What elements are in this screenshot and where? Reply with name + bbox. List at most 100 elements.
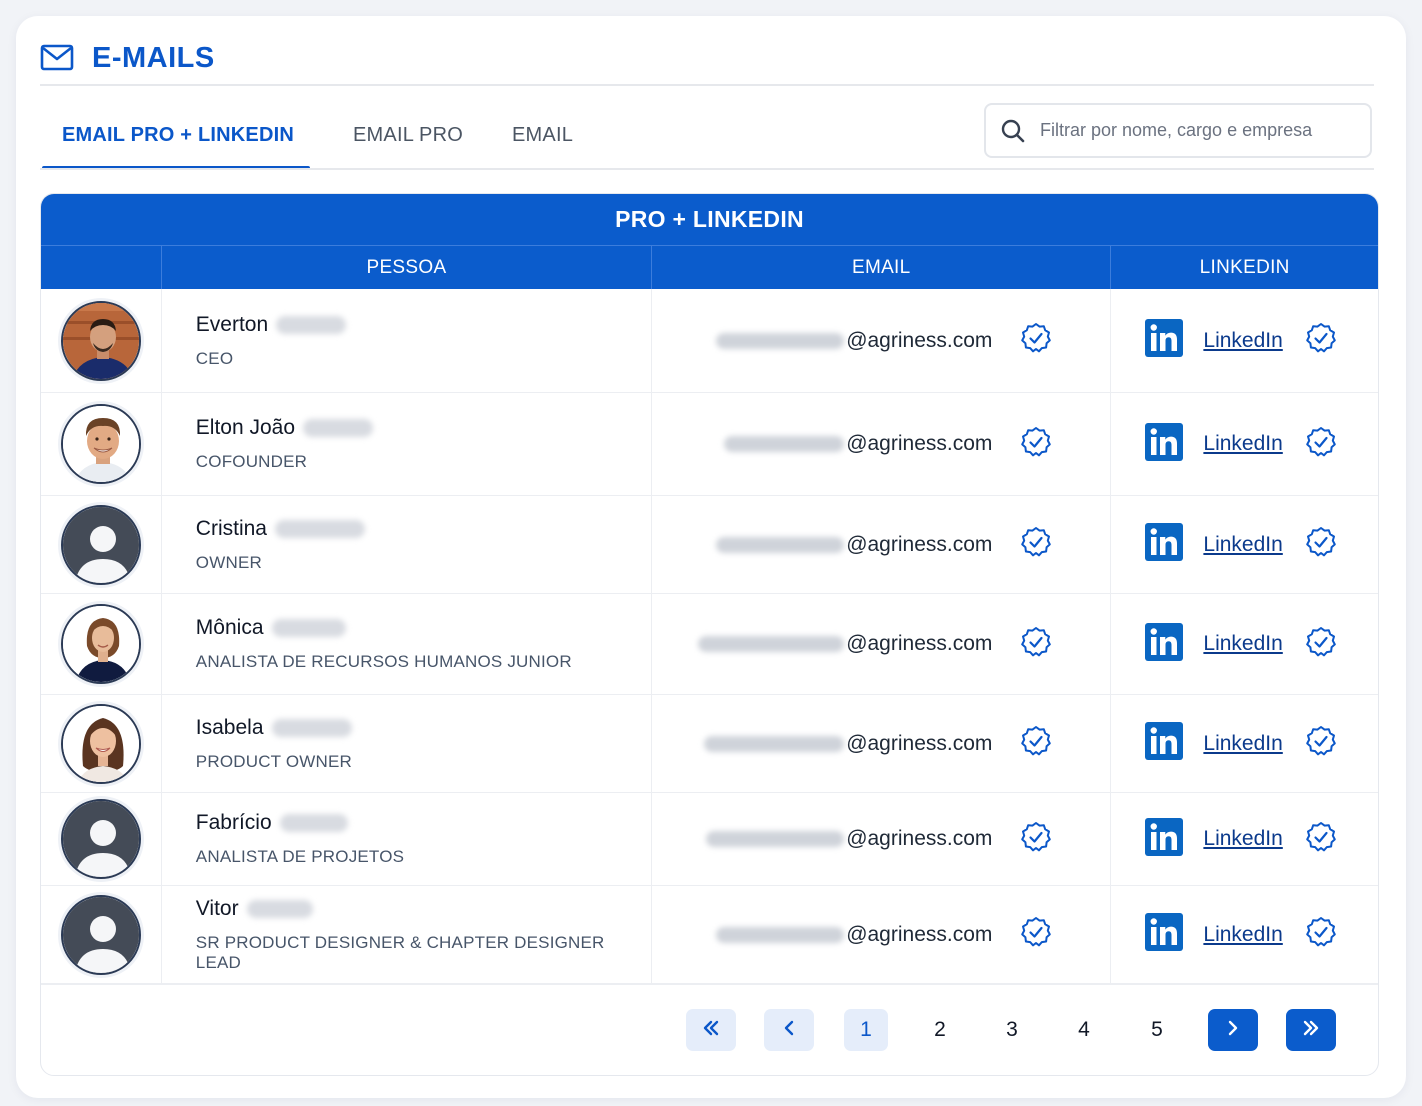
linkedin-link[interactable]: LinkedIn [1203,432,1282,456]
linkedin-logo-icon [1145,817,1184,861]
redacted-email-user [706,831,845,847]
person-role: SR PRODUCT DESIGNER & CHAPTER DESIGNER L… [195,932,605,972]
page-4-button[interactable]: 4 [1062,1009,1106,1051]
redacted-email-user [716,926,845,943]
avatar [60,894,141,975]
pagination: 1 2 3 4 5 [41,984,1378,1075]
header-divider [40,84,1374,86]
verified-check-icon [1020,526,1052,563]
chevron-right-icon [1223,1018,1243,1043]
table-row: Vitor SR PRODUCT DESIGNER & CHAPTER DESI… [41,886,1378,984]
person-role: PRODUCT OWNER [195,751,353,771]
page-2-button[interactable]: 2 [918,1009,962,1051]
linkedin-link[interactable]: LinkedIn [1203,732,1282,756]
avatar [60,799,141,879]
redacted-surname [271,619,346,637]
avatar [60,300,141,381]
verified-check-icon [1020,725,1052,762]
person-role: OWNER [195,552,262,572]
person-name: Vitor [195,896,239,920]
linkedin-logo-icon [1145,622,1184,666]
email-domain[interactable]: @agriness.com [846,432,992,456]
tab-email-pro[interactable]: EMAIL PRO [310,102,470,168]
linkedin-logo-icon [1145,722,1184,765]
redacted-surname [303,419,374,437]
double-chevron-left-icon [701,1018,721,1043]
tab-bar: EMAIL PRO + LINKEDIN EMAIL PRO EMAIL [42,102,610,170]
tabs-divider [40,168,1374,170]
emails-card: E-MAILS EMAIL PRO + LINKEDIN EMAIL PRO E… [16,16,1406,1098]
person-name: Mônica [195,616,264,639]
redacted-surname [274,519,365,538]
column-header-pessoa: PESSOA [160,246,651,289]
linkedin-link[interactable]: LinkedIn [1203,632,1282,656]
page-5-button[interactable]: 5 [1135,1009,1179,1051]
email-domain[interactable]: @agriness.com [846,923,992,947]
search-box[interactable] [984,103,1372,158]
linkedin-logo-icon [1145,422,1184,466]
table-row: Cristina OWNER @agriness.com LinkedIn [41,496,1378,594]
verified-check-icon [1305,426,1337,463]
verified-check-icon [1020,821,1052,858]
linkedin-logo-icon [1145,319,1184,362]
redacted-email-user [704,735,845,752]
redacted-email-user [724,436,845,452]
redacted-surname [279,814,348,832]
verified-check-icon [1305,821,1337,858]
redacted-surname [271,718,352,737]
table-row: Mônica ANALISTA DE RECURSOS HUMANOS JUNI… [41,594,1378,695]
verified-check-icon [1020,426,1052,463]
search-icon [1000,118,1040,144]
next-page-button[interactable] [1208,1009,1258,1051]
previous-page-button[interactable] [764,1009,814,1051]
table-row: Fabrício ANALISTA DE PROJETOS @agriness.… [41,793,1378,886]
first-page-button[interactable] [686,1009,736,1051]
avatar [60,504,141,585]
linkedin-logo-icon [1145,523,1184,566]
page-3-button[interactable]: 3 [990,1009,1034,1051]
page-title: E-MAILS [92,41,215,74]
person-name: Everton [195,312,269,336]
linkedin-link[interactable]: LinkedIn [1203,827,1282,851]
linkedin-link[interactable]: LinkedIn [1203,329,1282,353]
email-domain[interactable]: @agriness.com [846,329,992,353]
person-name: Isabela [195,715,264,739]
person-role: ANALISTA DE PROJETOS [195,847,405,866]
verified-check-icon [1305,916,1337,953]
table-header: PESSOA EMAIL LINKEDIN [41,245,1378,289]
verified-check-icon [1305,526,1337,563]
linkedin-link[interactable]: LinkedIn [1203,923,1282,947]
email-domain[interactable]: @agriness.com [846,533,992,557]
column-header-avatar [41,246,161,289]
last-page-button[interactable] [1286,1009,1336,1051]
column-header-email: EMAIL [651,246,1110,289]
tab-email-pro-linkedin[interactable]: EMAIL PRO + LINKEDIN [42,102,310,170]
avatar [60,703,141,784]
verified-check-icon [1305,725,1337,762]
email-domain[interactable]: @agriness.com [846,827,992,851]
table-row: Elton João COFOUNDER @agriness.com Linke… [41,393,1378,496]
verified-check-icon [1020,626,1052,663]
redacted-email-user [698,636,845,652]
contacts-table: PRO + LINKEDIN PESSOA EMAIL LINKEDIN Eve… [40,193,1379,1076]
verified-check-icon [1305,322,1337,359]
linkedin-logo-icon [1145,913,1184,956]
page-header: E-MAILS [40,38,215,78]
person-name: Fabrício [195,811,272,834]
table-title: PRO + LINKEDIN [41,194,1378,245]
linkedin-link[interactable]: LinkedIn [1203,533,1282,557]
redacted-surname [276,315,347,334]
redacted-email-user [716,536,845,553]
table-row: Isabela PRODUCT OWNER @agriness.com Link… [41,695,1378,793]
search-input[interactable] [1040,120,1350,141]
email-domain[interactable]: @agriness.com [846,632,992,656]
email-domain[interactable]: @agriness.com [846,732,992,756]
page-1-button[interactable]: 1 [844,1009,888,1051]
redacted-email-user [716,332,845,349]
column-header-linkedin: LINKEDIN [1110,246,1378,289]
table-row: Everton CEO @agriness.com LinkedIn [41,289,1378,393]
redacted-surname [246,899,313,918]
tab-email[interactable]: EMAIL [470,102,610,168]
person-role: COFOUNDER [195,452,308,471]
person-role: CEO [195,348,234,368]
